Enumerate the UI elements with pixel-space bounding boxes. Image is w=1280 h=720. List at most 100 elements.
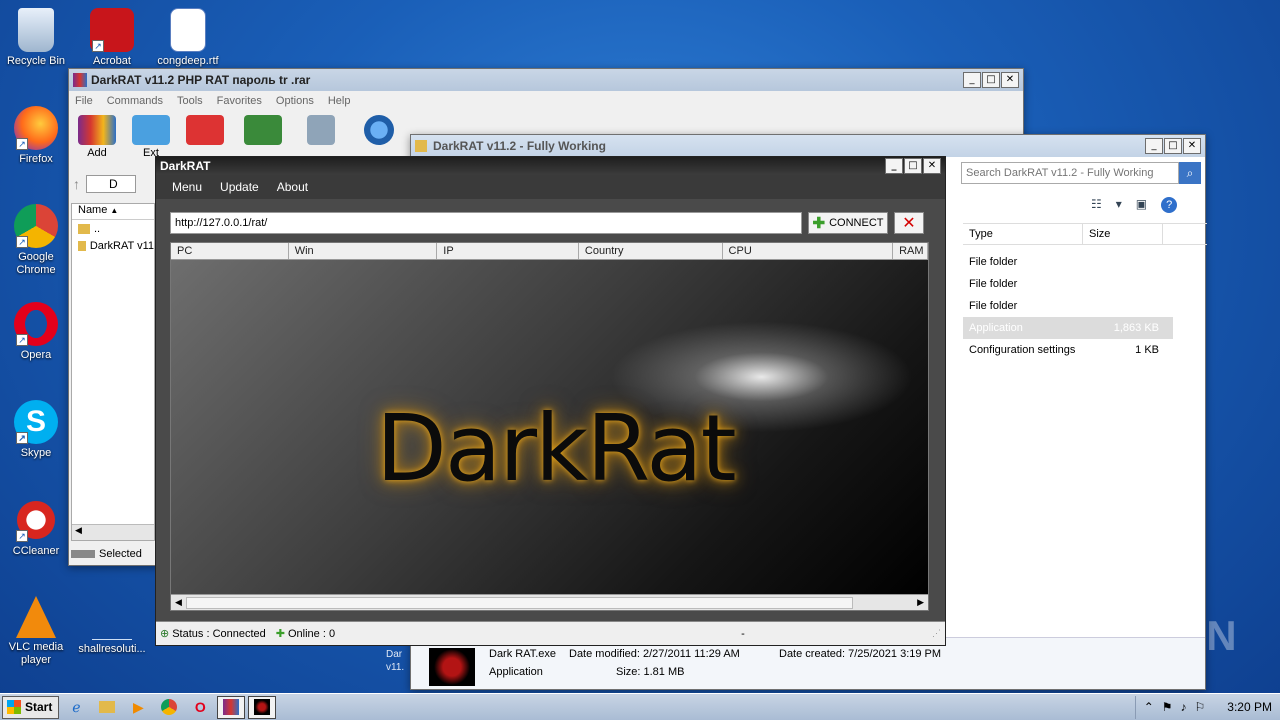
- close-button[interactable]: ✕: [923, 158, 941, 174]
- table-row[interactable]: File folder: [963, 295, 1173, 317]
- column-name[interactable]: Name ▲: [72, 204, 154, 220]
- action-center-icon[interactable]: ⚐: [1195, 700, 1206, 714]
- table-row-selected[interactable]: Application 1,863 KB: [963, 317, 1173, 339]
- menu-commands[interactable]: Commands: [107, 95, 163, 107]
- sort-up-icon: ▲: [110, 206, 119, 215]
- scroll-thumb[interactable]: [185, 596, 854, 609]
- tool-test-button[interactable]: [181, 113, 229, 147]
- column-pc[interactable]: PC: [171, 243, 289, 259]
- preview-pane-icon[interactable]: ▣: [1136, 197, 1147, 213]
- taskbar-ie-icon[interactable]: ℯ: [62, 696, 90, 719]
- view-options-icon[interactable]: ☷: [1091, 197, 1102, 213]
- up-arrow-icon[interactable]: ↑: [73, 176, 80, 192]
- column-type[interactable]: Type: [963, 224, 1083, 244]
- column-cpu[interactable]: CPU: [723, 243, 894, 259]
- search-input[interactable]: [961, 162, 1179, 184]
- clock[interactable]: 3:20 PM: [1227, 700, 1272, 714]
- scroll-right-icon[interactable]: ▶: [913, 597, 928, 608]
- maximize-button[interactable]: □: [982, 72, 1000, 88]
- menu-options[interactable]: Options: [276, 95, 314, 107]
- clients-table-header: PC Win IP Country CPU RAM: [171, 243, 928, 260]
- explorer-behind-label: Dar v11.: [386, 649, 405, 673]
- tool-find-button[interactable]: [355, 113, 403, 147]
- search-icon[interactable]: ⌕: [1179, 162, 1201, 184]
- menu-menu[interactable]: Menu: [172, 180, 202, 194]
- close-button[interactable]: ✕: [1183, 138, 1201, 154]
- explorer-search-box[interactable]: ⌕: [961, 162, 1201, 184]
- close-icon: ✕: [902, 213, 916, 232]
- menu-file[interactable]: File: [75, 95, 93, 107]
- connect-button[interactable]: ✚ CONNECT: [808, 212, 888, 234]
- taskbar-winrar-icon[interactable]: [217, 695, 246, 719]
- close-button[interactable]: ✕: [1001, 72, 1019, 88]
- taskbar-media-player-icon[interactable]: ▶: [124, 696, 152, 719]
- resize-grip-icon[interactable]: ⋰: [932, 628, 941, 639]
- path-field[interactable]: D: [86, 175, 136, 193]
- menu-tools[interactable]: Tools: [177, 95, 203, 107]
- column-ram[interactable]: RAM: [893, 243, 928, 259]
- table-row[interactable]: Configuration settings 1 KB: [963, 339, 1173, 361]
- desktop-icon-recycle-bin[interactable]: Recycle Bin: [0, 8, 72, 68]
- explorer-title: DarkRAT v11.2 - Fully Working: [433, 139, 606, 153]
- desktop-icon-skype[interactable]: S ↗ Skype: [0, 400, 72, 460]
- desktop-icon-chrome[interactable]: ↗ Google Chrome: [0, 204, 72, 277]
- taskbar-chrome-icon[interactable]: [155, 696, 183, 719]
- desktop-icon-label: Acrobat: [93, 55, 131, 67]
- chevron-down-icon[interactable]: ▾: [1116, 197, 1122, 213]
- skype-icon: S ↗: [14, 400, 58, 444]
- drive-icon: [71, 550, 95, 558]
- network-icon[interactable]: ⚑: [1162, 700, 1173, 714]
- explorer-titlebar[interactable]: DarkRAT v11.2 - Fully Working _ □ ✕: [411, 135, 1205, 157]
- tool-extract-button[interactable]: Ext: [131, 113, 171, 159]
- list-item[interactable]: DarkRAT v11: [72, 237, 154, 254]
- desktop-icon-label: Skype: [20, 447, 52, 459]
- help-icon[interactable]: ?: [1161, 197, 1178, 213]
- horizontal-scrollbar[interactable]: ◀: [72, 524, 154, 540]
- tool-view-button[interactable]: [239, 113, 287, 147]
- menu-about[interactable]: About: [277, 180, 308, 194]
- maximize-button[interactable]: □: [904, 158, 922, 174]
- volume-icon[interactable]: ♪: [1181, 700, 1187, 714]
- book-icon: [244, 115, 282, 145]
- start-button[interactable]: Start: [2, 695, 60, 719]
- darkrat-titlebar[interactable]: DarkRAT _ □ ✕: [156, 157, 945, 175]
- taskbar-darkrat-icon[interactable]: [248, 695, 277, 719]
- disconnect-button[interactable]: ✕: [894, 212, 924, 234]
- tool-delete-button[interactable]: [297, 113, 345, 147]
- tool-add-button[interactable]: Add: [73, 113, 121, 159]
- desktop-icon-opera[interactable]: ↗ Opera: [0, 302, 72, 362]
- minimize-button[interactable]: _: [1145, 138, 1163, 154]
- column-win[interactable]: Win: [289, 243, 438, 259]
- column-ip[interactable]: IP: [437, 243, 579, 259]
- desktop-icon-shallresolution[interactable]: shallresoluti...: [76, 596, 148, 656]
- plus-icon: ✚: [812, 215, 826, 232]
- tray-expand-icon[interactable]: ⌃: [1144, 700, 1154, 714]
- desktop-icon-congdeep[interactable]: congdeep.rtf: [152, 8, 224, 68]
- minimize-button[interactable]: _: [885, 158, 903, 174]
- list-item[interactable]: ..: [72, 220, 154, 237]
- table-row[interactable]: File folder: [963, 251, 1173, 273]
- windows-logo-icon: [7, 700, 21, 714]
- minimize-button[interactable]: _: [963, 72, 981, 88]
- column-country[interactable]: Country: [579, 243, 723, 259]
- menu-help[interactable]: Help: [328, 95, 351, 107]
- taskbar-explorer-icon[interactable]: [93, 696, 121, 719]
- menu-update[interactable]: Update: [220, 180, 259, 194]
- desktop-icon-ccleaner[interactable]: ↗ CCleaner: [0, 498, 72, 558]
- server-url-input[interactable]: [170, 212, 802, 234]
- desktop-icon-vlc[interactable]: VLC media player: [0, 596, 72, 667]
- scroll-left-icon[interactable]: ◀: [171, 597, 186, 608]
- column-size[interactable]: Size: [1083, 224, 1163, 244]
- horizontal-scrollbar[interactable]: ◀ ▶: [171, 594, 928, 610]
- taskbar-opera-icon[interactable]: O: [186, 696, 214, 719]
- menu-favorites[interactable]: Favorites: [217, 95, 262, 107]
- winrar-titlebar[interactable]: DarkRAT v11.2 PHP RAT пароль tr .rar _ □…: [69, 69, 1023, 91]
- desktop-icon-label: CCleaner: [12, 545, 60, 557]
- desktop-icon-label: VLC media player: [8, 641, 64, 666]
- word-doc-icon: [170, 8, 206, 52]
- maximize-button[interactable]: □: [1164, 138, 1182, 154]
- desktop-icon-acrobat[interactable]: ↗ Acrobat: [76, 8, 148, 68]
- checklist-icon: [186, 115, 224, 145]
- table-row[interactable]: File folder: [963, 273, 1173, 295]
- desktop-icon-firefox[interactable]: ↗ Firefox: [0, 106, 72, 166]
